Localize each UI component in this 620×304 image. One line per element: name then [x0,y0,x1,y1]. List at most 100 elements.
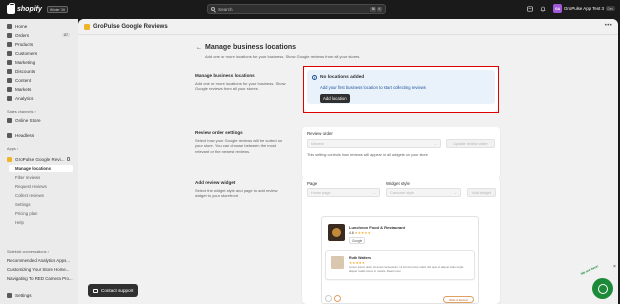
sidebar-item-label: Orders [15,32,30,38]
sidebar-item-label: Online Store [15,117,41,123]
sidebar-item-label: Home [15,23,28,29]
app-logo-icon [84,23,90,30]
sales-channels-heading[interactable]: Sales channels › [7,109,36,114]
back-arrow-icon[interactable]: ← [196,45,202,51]
conversation-item[interactable]: Recommended Analytics Apps... [7,258,70,263]
bell-icon[interactable] [540,6,546,12]
review-text: Lorem ipsum dolor sit amet consectetur. … [349,265,464,273]
apps-heading[interactable]: Apps › [7,146,18,151]
widget-style-label: Widget style [386,181,410,186]
sidebar-item-settings[interactable]: Settings [3,291,73,299]
sidebar-item-label: Headless [15,132,35,138]
carousel-next-icon[interactable] [334,295,341,302]
close-icon[interactable]: × [613,264,616,270]
reviewer-name: Ruth Walters [349,256,372,260]
customers-icon [7,50,12,56]
app-title: GroPulse Google Reviews [93,23,168,30]
widget-style-select[interactable]: Carousel style ⌄ [386,188,461,197]
sidebar-item-products[interactable]: Products [3,40,73,48]
sidebar-item-analytics[interactable]: Analytics [3,94,73,102]
contact-support-button[interactable]: Contact support [88,284,139,297]
contact-support-label: Contact support [101,288,134,293]
main-content: GroPulse Google Reviews ••• ← Manage bus… [78,19,618,304]
edition-badge[interactable]: Winter '26 [46,6,69,13]
search-placeholder: Search [218,6,233,12]
business-name: Luncheon Food & Restaurant [349,225,405,230]
review-order-select[interactable]: Newest ⌄ [307,139,441,148]
order-section-desc: Select how your Google reviews will be s… [195,138,283,154]
home-icon [7,23,12,29]
orders-count-badge: 87 [62,33,70,37]
carousel-prev-icon[interactable] [325,295,332,302]
logo-text: shopify [17,6,42,13]
sidebar-item-discounts[interactable]: Discounts [3,67,73,75]
sidebar-item-content[interactable]: Content [3,76,73,84]
sidebar-item-label: Content [15,77,32,83]
k-key: K [377,7,382,12]
page-select[interactable]: Home page ⌄ [307,188,380,197]
widget-preview: Luncheon Food & Restaurant 4.6 ★★★★★ Goo… [321,216,479,304]
conversations-heading[interactable]: Sidekick conversations › [7,249,49,254]
update-review-order-button[interactable]: Update review order [446,139,495,148]
page-label: Page [307,181,318,186]
bell-pin-icon[interactable] [67,157,70,161]
chevron-down-icon: ⌄ [372,191,376,195]
more-options-icon[interactable]: ••• [605,23,612,29]
sidebar-item-headless[interactable]: Headless [3,131,73,139]
business-rating: 4.6 ★★★★★ [349,231,371,235]
sidebar-item-orders[interactable]: Orders 87 [3,31,73,39]
analytics-icon [7,95,12,101]
app-header: GroPulse Google Reviews ••• [78,19,618,35]
sidebar-subitem-filter-reviews[interactable]: Filter reviews [15,174,40,181]
shopify-logo[interactable]: shopify Winter '26 [7,3,69,14]
sidebar-item-marketing[interactable]: Marketing [3,58,73,66]
sidebar-item-label: Settings [15,292,32,298]
gear-icon [7,292,12,298]
highlight-box [303,66,499,113]
sidebar-subitem-collect-reviews[interactable]: Collect reviews [15,192,44,199]
products-icon [7,41,12,47]
rating-stars: ★★★★★ [354,231,371,235]
store-name: GroPulse App Test 3 [564,6,604,11]
sidebar-item-markets[interactable]: Markets [3,85,73,93]
dev-badge: Dev [605,6,615,11]
app-logo-icon [7,156,12,162]
chat-launcher-button[interactable] [592,278,613,299]
search-icon [211,7,215,11]
sidebar-item-customers[interactable]: Customers [3,49,73,57]
cmd-key: ⌘ [370,7,377,12]
search-shortcut: ⌘ K [370,7,382,12]
sidebar-item-label: Analytics [15,95,34,101]
conversation-item[interactable]: Navigating To RED Camera Pro... [7,276,73,281]
sidebar-item-gropulse-app[interactable]: GroPulse Google Revi... [3,155,73,163]
widget-section-title: Add review widget [195,180,236,185]
locations-section-desc: Add one or more locations for your busin… [195,81,286,92]
content-icon [7,77,12,83]
search-input[interactable]: Search ⌘ K [207,4,386,14]
sidebar-item-label: Products [15,41,34,47]
review-card: Ruth Walters ★★★★★ Lorem ipsum dolor sit… [325,250,475,280]
sidebar-item-online-store[interactable]: Online Store [3,116,73,124]
conversation-item[interactable]: Customizing Your Store Home... [7,267,69,272]
review-order-help: This setting controls how reviews will a… [307,153,428,157]
page-title: Manage business locations [205,44,297,51]
sidebar-subitem-help[interactable]: Help [15,219,24,226]
sidebar-subitem-request-reviews[interactable]: Request reviews [15,183,47,190]
sidebar: Home Orders 87 Products Customers Marketi… [0,19,78,304]
marketing-icon [7,59,12,65]
chevron-down-icon: ⌄ [433,142,437,146]
globe-icon [7,86,12,92]
store-icon [7,117,12,123]
sidebar-subitem-pricing-plan[interactable]: Pricing plan [15,210,37,217]
shopify-bag-icon [7,3,15,14]
add-widget-button[interactable]: Add widget [467,188,496,197]
write-review-button[interactable]: Write A Review [443,296,474,303]
sidebar-item-home[interactable]: Home [3,22,73,30]
google-source-badge: Google [349,237,366,244]
sidebar-subitem-settings[interactable]: Settings [15,201,31,208]
sidebar-subitem-manage-locations[interactable]: Manage locations [9,165,73,172]
sidebar-item-label: GroPulse Google Revi... [15,156,65,162]
sidekick-icon[interactable] [527,6,533,12]
sidebar-item-label: Markets [15,86,32,92]
store-menu[interactable]: GA GroPulse App Test 3 Dev [553,4,615,13]
